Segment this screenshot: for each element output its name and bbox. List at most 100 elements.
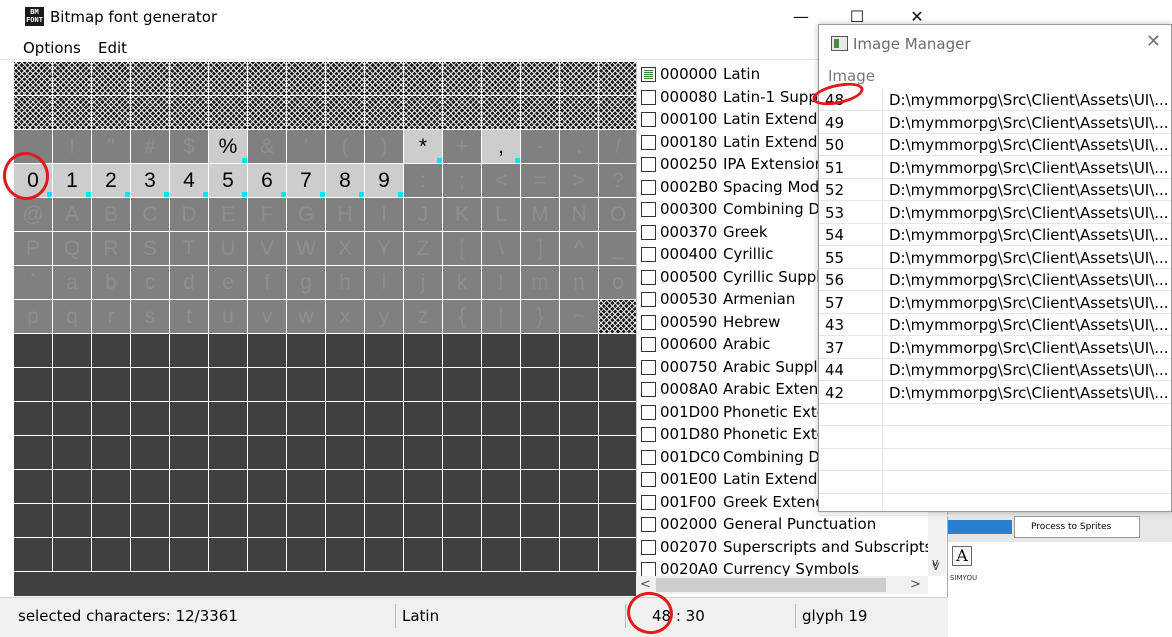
empty-cell[interactable]: [443, 368, 482, 402]
char-cell[interactable]: J: [404, 198, 443, 232]
empty-cell[interactable]: [482, 504, 521, 538]
empty-cell[interactable]: [131, 470, 170, 504]
empty-cell[interactable]: [287, 538, 326, 572]
char-cell[interactable]: B: [92, 198, 131, 232]
empty-cell[interactable]: [170, 470, 209, 504]
empty-cell[interactable]: [92, 470, 131, 504]
empty-cell[interactable]: [170, 504, 209, 538]
unavailable-cell[interactable]: [443, 62, 482, 96]
char-cell[interactable]: w: [287, 300, 326, 334]
char-cell[interactable]: ~: [560, 300, 599, 334]
empty-cell[interactable]: [326, 436, 365, 470]
subset-checkbox[interactable]: [641, 359, 656, 375]
char-cell[interactable]: ^: [560, 232, 599, 266]
empty-cell[interactable]: [365, 470, 404, 504]
unavailable-cell[interactable]: [287, 62, 326, 96]
image-row[interactable]: 44 D:\mymmorpg\Src\Client\Assets\UI\...: [819, 359, 1171, 381]
empty-cell[interactable]: [521, 334, 560, 368]
char-cell[interactable]: u: [209, 300, 248, 334]
unavailable-cell[interactable]: [443, 96, 482, 130]
unavailable-cell[interactable]: [404, 62, 443, 96]
char-cell[interactable]: -: [521, 130, 560, 164]
unavailable-cell[interactable]: [14, 62, 53, 96]
unavailable-cell[interactable]: [209, 62, 248, 96]
empty-cell[interactable]: [248, 470, 287, 504]
empty-cell[interactable]: [287, 504, 326, 538]
empty-cell[interactable]: [287, 470, 326, 504]
menu-edit[interactable]: Edit: [98, 39, 127, 57]
empty-cell[interactable]: [92, 436, 131, 470]
char-cell[interactable]: ": [92, 130, 131, 164]
empty-cell[interactable]: [443, 538, 482, 572]
char-cell[interactable]: 5: [209, 164, 248, 198]
empty-cell[interactable]: [209, 436, 248, 470]
char-cell[interactable]: !: [53, 130, 92, 164]
empty-cell[interactable]: [326, 368, 365, 402]
empty-cell[interactable]: [326, 402, 365, 436]
subset-checkbox[interactable]: [641, 112, 656, 127]
subset-checkbox[interactable]: [641, 202, 656, 217]
char-cell[interactable]: a: [53, 266, 92, 300]
empty-cell[interactable]: [53, 334, 92, 368]
empty-cell[interactable]: [326, 334, 365, 368]
char-cell[interactable]: x: [326, 300, 365, 334]
empty-cell[interactable]: [599, 504, 638, 538]
char-cell[interactable]: b: [92, 266, 131, 300]
subset-checkbox[interactable]: [641, 247, 656, 262]
char-cell[interactable]: z: [404, 300, 443, 334]
empty-cell[interactable]: [248, 334, 287, 368]
empty-cell[interactable]: [599, 538, 638, 572]
subset-checkbox[interactable]: [641, 224, 656, 240]
char-cell[interactable]: c: [131, 266, 170, 300]
process-to-sprites-button[interactable]: Process to Sprites: [1014, 516, 1140, 538]
char-cell[interactable]: G: [287, 198, 326, 232]
subset-checkbox[interactable]: [641, 269, 656, 285]
unavailable-cell[interactable]: [170, 96, 209, 130]
empty-cell[interactable]: [482, 538, 521, 572]
empty-cell[interactable]: [53, 538, 92, 572]
char-cell[interactable]: 4: [170, 164, 209, 198]
empty-cell[interactable]: [404, 436, 443, 470]
empty-cell[interactable]: [404, 470, 443, 504]
unavailable-cell[interactable]: [365, 62, 404, 96]
char-cell[interactable]: r: [92, 300, 131, 334]
char-cell[interactable]: 6: [248, 164, 287, 198]
char-cell[interactable]: 1: [53, 164, 92, 198]
empty-cell[interactable]: [248, 402, 287, 436]
empty-cell[interactable]: [287, 402, 326, 436]
empty-cell[interactable]: [365, 538, 404, 572]
char-cell[interactable]: t: [170, 300, 209, 334]
char-cell[interactable]: K: [443, 198, 482, 232]
empty-cell[interactable]: [521, 436, 560, 470]
empty-cell[interactable]: [599, 368, 638, 402]
char-cell[interactable]: |: [482, 300, 521, 334]
unavailable-cell[interactable]: [170, 62, 209, 96]
empty-cell[interactable]: [443, 436, 482, 470]
empty-cell[interactable]: [209, 368, 248, 402]
unavailable-cell[interactable]: [599, 96, 638, 130]
subset-checkbox[interactable]: [641, 314, 656, 330]
char-cell[interactable]: j: [404, 266, 443, 300]
subset-checkbox[interactable]: [641, 472, 656, 487]
empty-cell[interactable]: [443, 504, 482, 538]
empty-cell[interactable]: [14, 470, 53, 504]
char-cell[interactable]: N: [560, 198, 599, 232]
empty-cell[interactable]: [209, 504, 248, 538]
unavailable-cell[interactable]: [131, 96, 170, 130]
image-row[interactable]: 54 D:\mymmorpg\Src\Client\Assets\UI\...: [819, 224, 1171, 246]
scrollbar-thumb[interactable]: [656, 578, 886, 592]
char-cell[interactable]: 9: [365, 164, 404, 198]
image-row[interactable]: 42 D:\mymmorpg\Src\Client\Assets\UI\...: [819, 382, 1171, 404]
image-row[interactable]: 37 D:\mymmorpg\Src\Client\Assets\UI\...: [819, 337, 1171, 359]
empty-cell[interactable]: [443, 334, 482, 368]
subset-row[interactable]: 0020A0 Currency Symbols: [637, 558, 928, 576]
subset-checkbox[interactable]: [641, 494, 656, 510]
scroll-right-arrow[interactable]: >: [910, 577, 921, 592]
char-cell[interactable]: Z: [404, 232, 443, 266]
char-cell[interactable]: s: [131, 300, 170, 334]
image-row[interactable]: 50 D:\mymmorpg\Src\Client\Assets\UI\...: [819, 134, 1171, 156]
empty-cell[interactable]: [14, 368, 53, 402]
unavailable-cell[interactable]: [404, 96, 443, 130]
empty-cell[interactable]: [326, 538, 365, 572]
char-cell[interactable]: T: [170, 232, 209, 266]
